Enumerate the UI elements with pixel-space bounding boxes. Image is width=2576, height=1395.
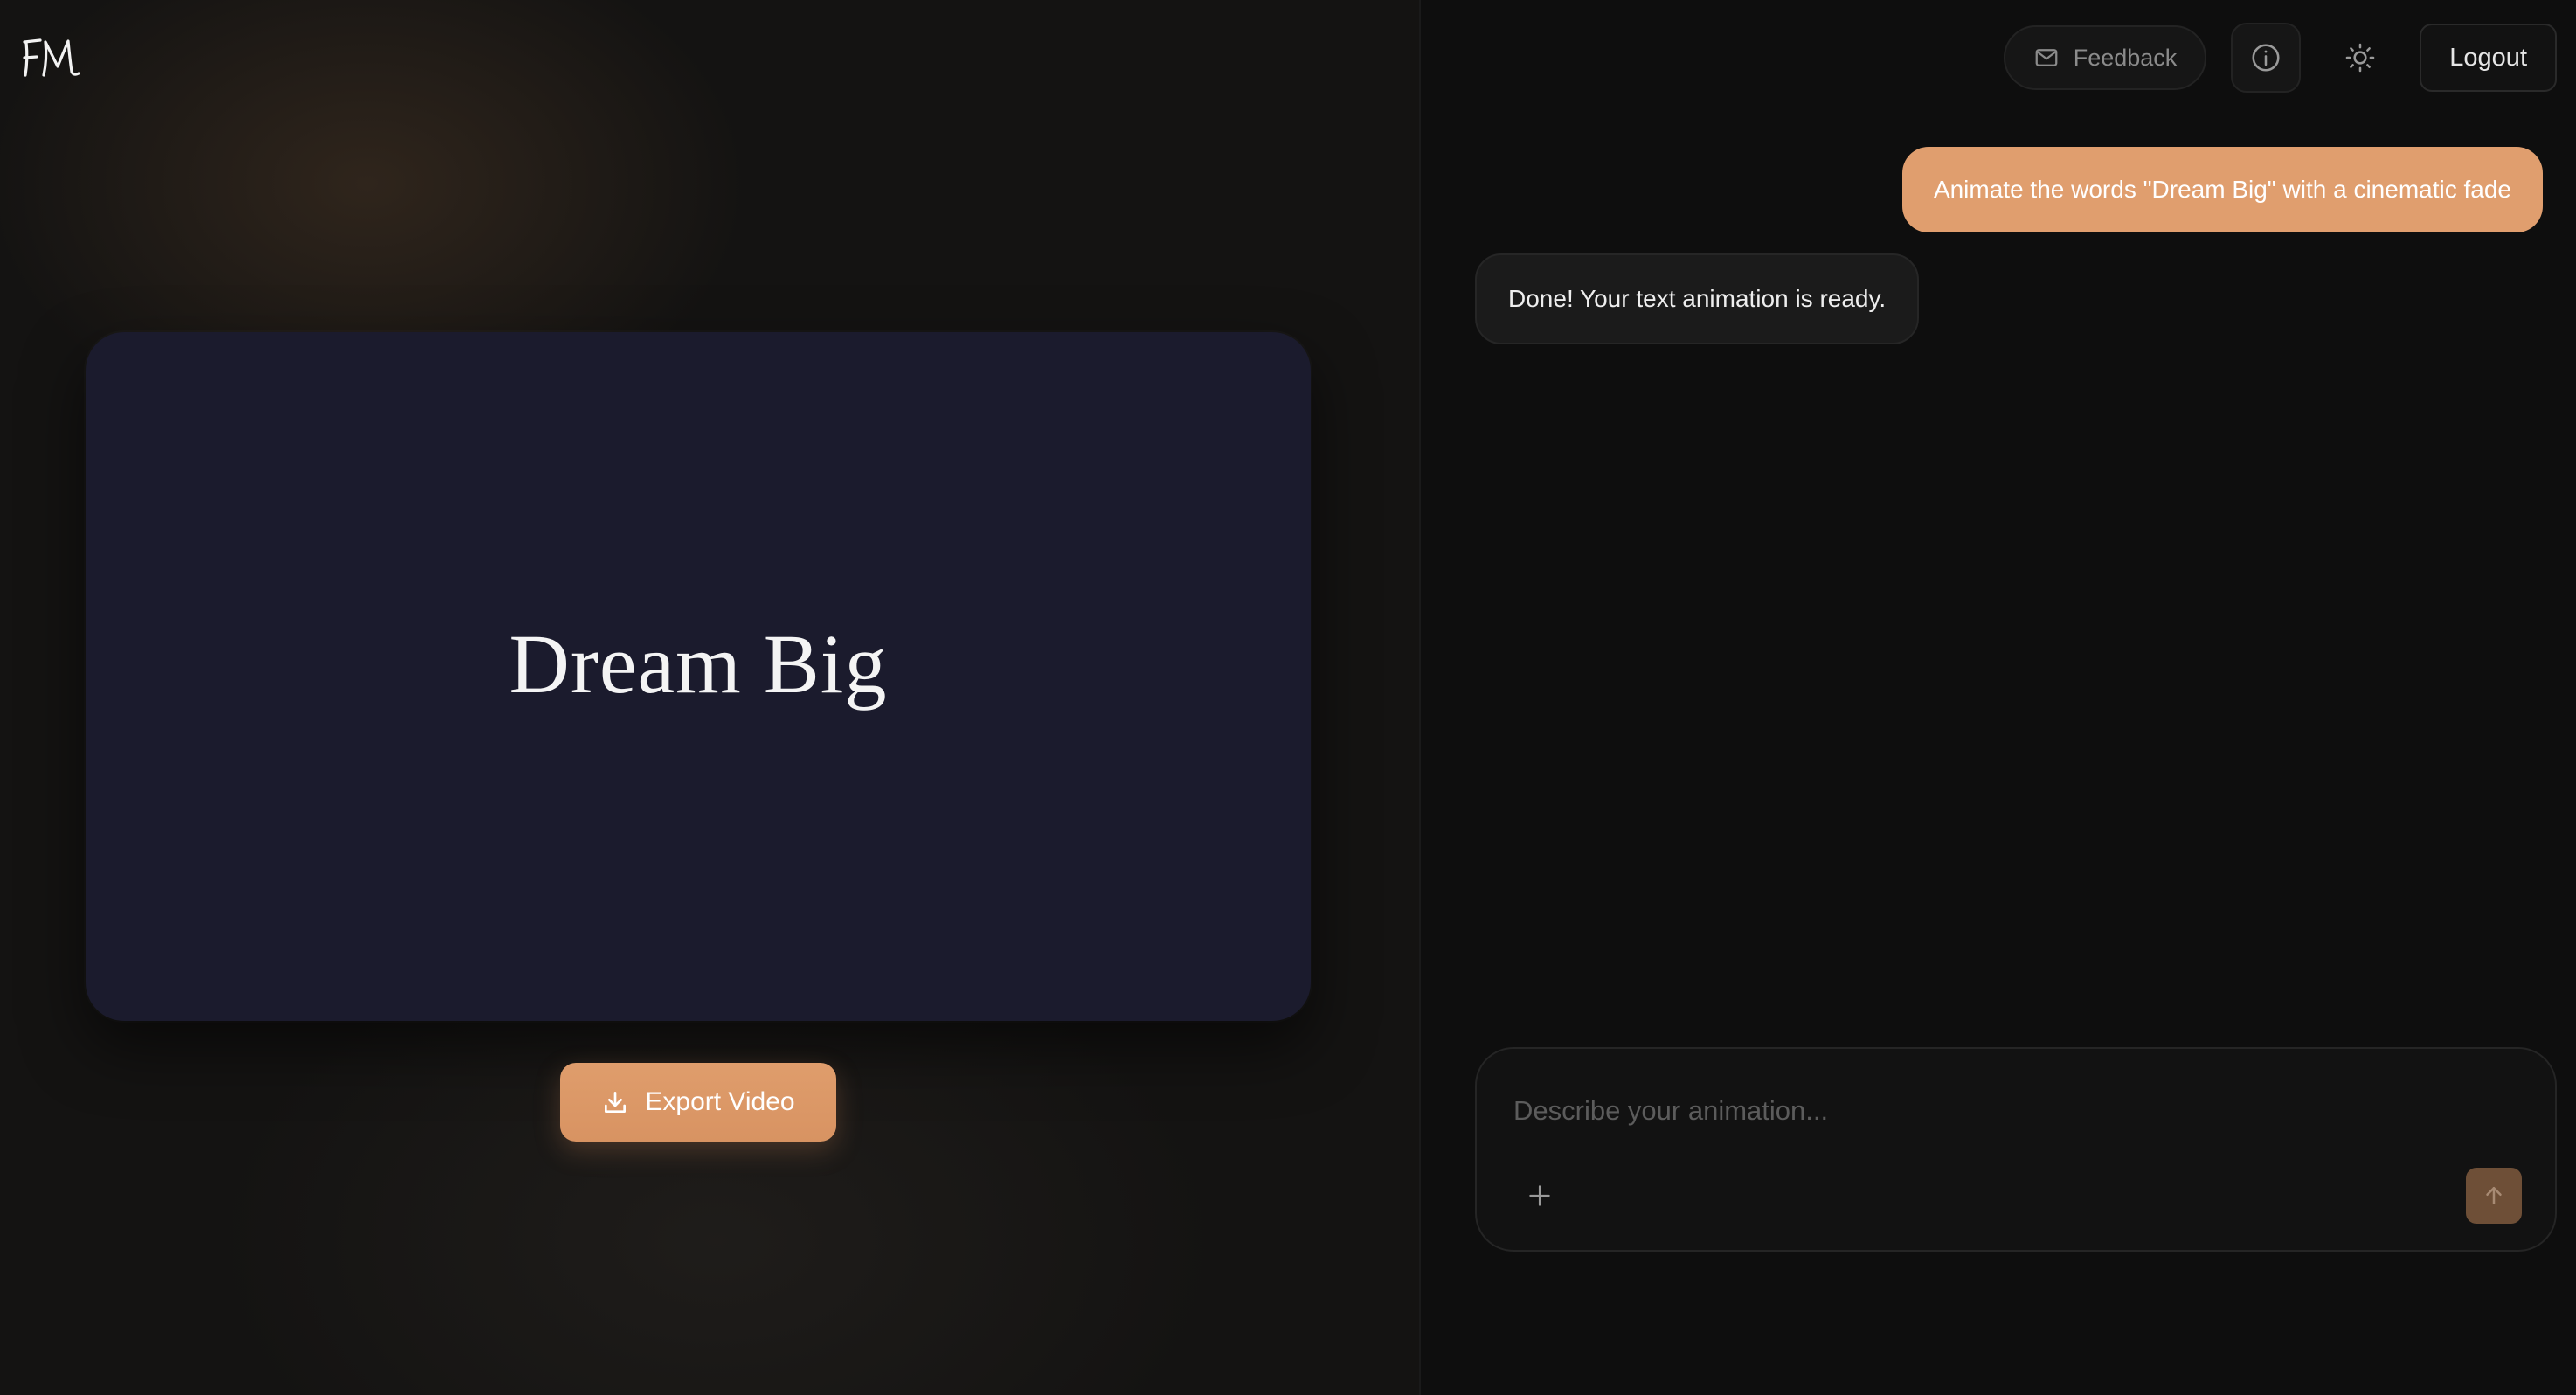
export-video-button[interactable]: Export Video bbox=[560, 1063, 836, 1142]
info-button[interactable] bbox=[2231, 23, 2302, 93]
preview-pane: Dream Big Export Video bbox=[0, 0, 1419, 1395]
attach-button[interactable] bbox=[1522, 1178, 1557, 1213]
video-preview: Dream Big bbox=[86, 332, 1311, 1021]
sun-icon bbox=[2345, 43, 2375, 73]
preview-title: Dream Big bbox=[509, 616, 888, 711]
app-logo[interactable] bbox=[19, 33, 82, 82]
theme-toggle-button[interactable] bbox=[2325, 23, 2395, 93]
info-icon bbox=[2252, 44, 2280, 72]
top-toolbar: Feedback Logout bbox=[2003, 23, 2557, 93]
export-video-label: Export Video bbox=[645, 1087, 795, 1116]
send-button[interactable] bbox=[2466, 1168, 2522, 1224]
chat-composer bbox=[1475, 1047, 2557, 1252]
prompt-input[interactable] bbox=[1512, 1094, 2476, 1128]
chat-pane: Feedback Logout Animate the words "Dream… bbox=[1421, 0, 2576, 1395]
plus-icon bbox=[1529, 1185, 1550, 1206]
download-icon bbox=[605, 1092, 627, 1113]
feedback-button[interactable]: Feedback bbox=[2003, 25, 2207, 90]
logout-button[interactable]: Logout bbox=[2420, 24, 2557, 92]
user-message: Animate the words "Dream Big" with a cin… bbox=[1901, 147, 2543, 232]
feedback-label: Feedback bbox=[2073, 44, 2178, 71]
arrow-up-icon bbox=[2486, 1187, 2502, 1204]
fm-logo-icon bbox=[23, 38, 80, 77]
mail-icon bbox=[2035, 49, 2058, 66]
app-window: Dream Big Export Video Feedback Logout A… bbox=[0, 0, 2576, 1395]
assistant-message: Done! Your text animation is ready. bbox=[1475, 253, 1920, 344]
